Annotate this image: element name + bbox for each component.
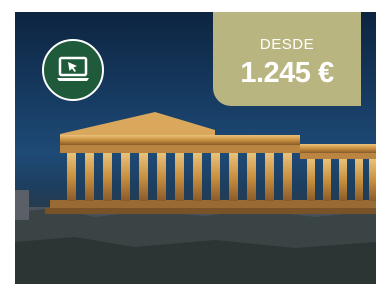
price-label: DESDE xyxy=(259,36,315,53)
price-badge: DESDE 1.245 € xyxy=(213,12,361,106)
price-value: 1.245 € xyxy=(240,57,334,89)
online-computer-icon xyxy=(42,39,104,101)
destination-card[interactable]: DESDE 1.245 € xyxy=(15,12,376,284)
